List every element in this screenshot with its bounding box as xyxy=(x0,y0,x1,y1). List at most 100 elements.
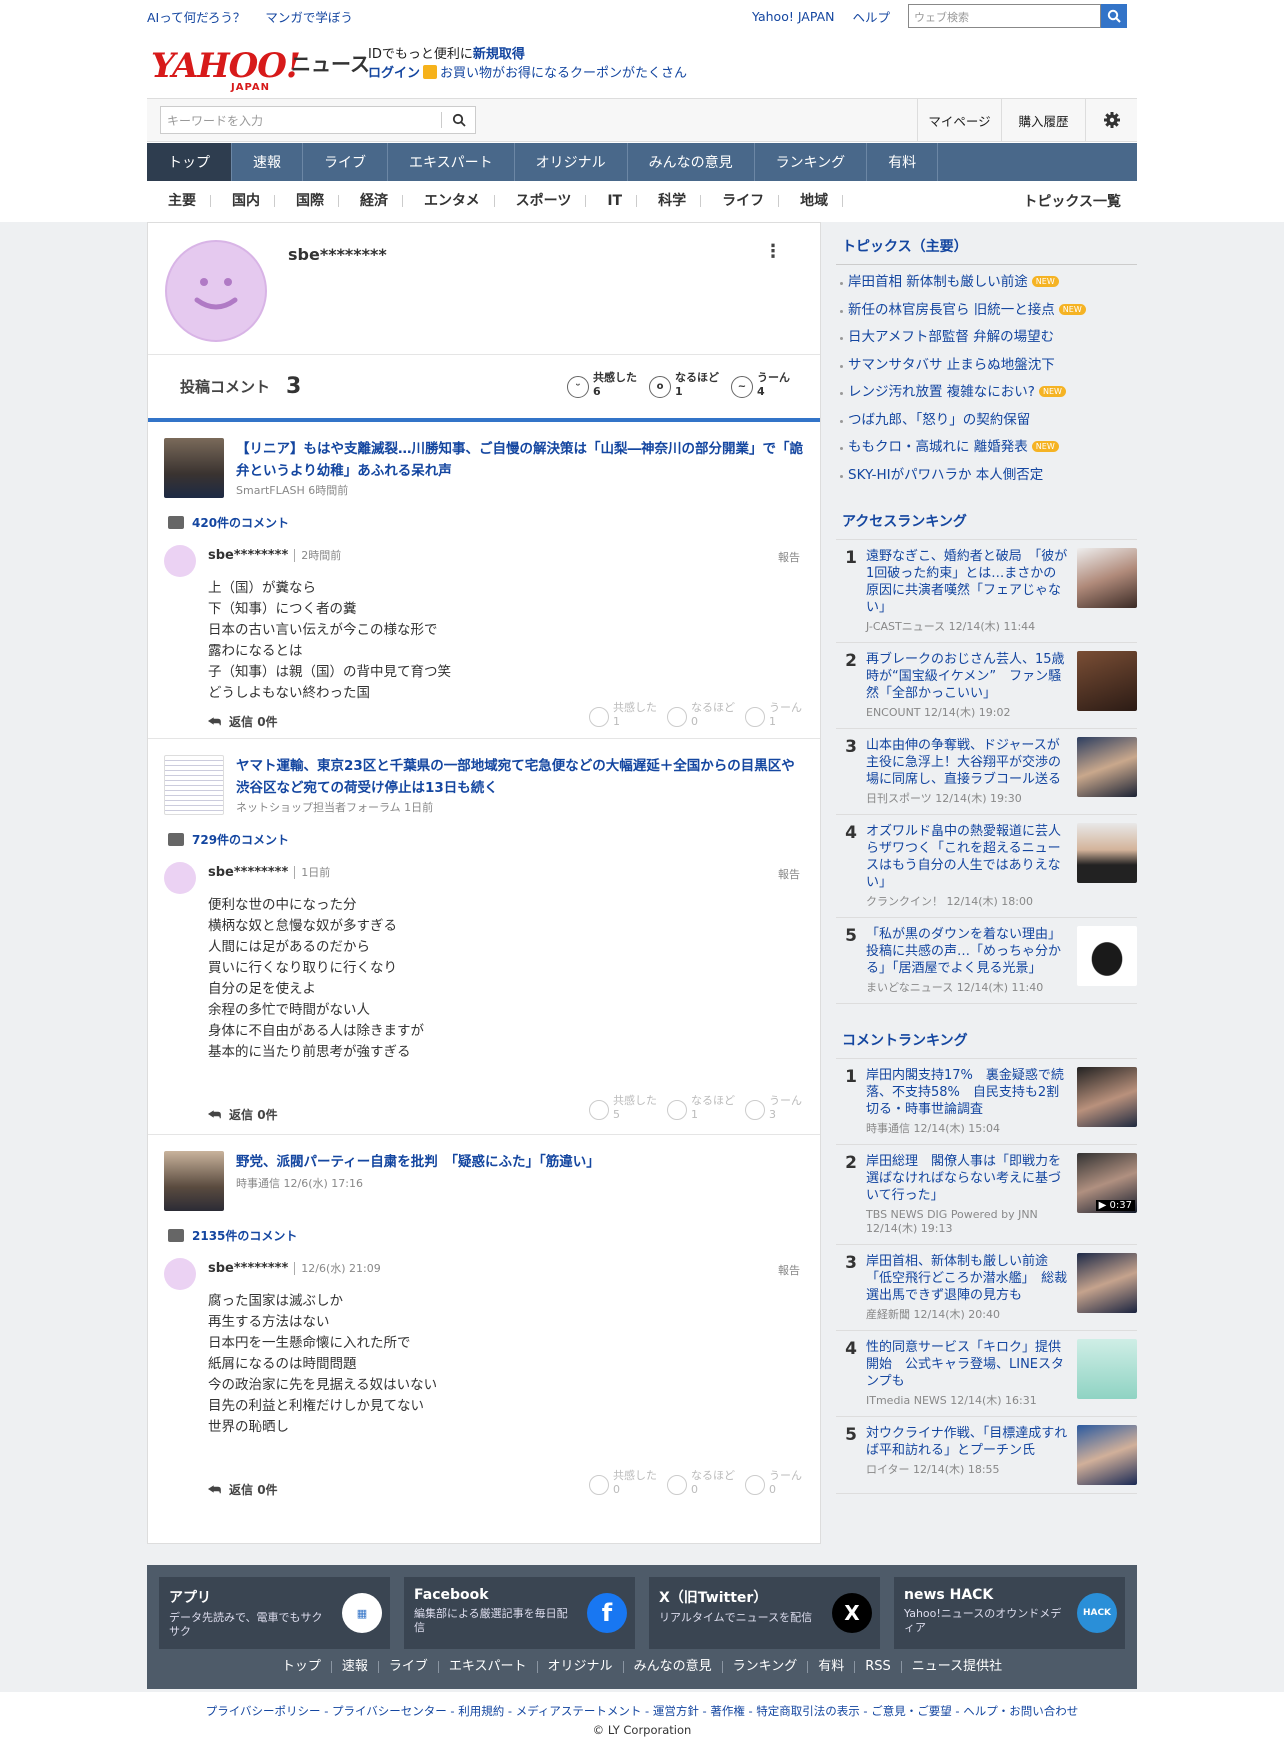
footer-card-x[interactable]: X（旧Twitter） リアルタイムでニュースを配信 X xyxy=(649,1577,880,1649)
avatar[interactable] xyxy=(164,1258,196,1290)
yahoo-japan-link[interactable]: Yahoo! JAPAN xyxy=(752,9,834,24)
nav-breaking[interactable]: 速報 xyxy=(232,143,303,181)
hmm-button[interactable]: うーん 0 xyxy=(745,1469,802,1497)
footer-link-rss[interactable]: RSS xyxy=(855,1660,902,1673)
reply-button[interactable]: ⮪ 返信 0件 xyxy=(208,1481,278,1498)
subnav-science[interactable]: 科学 xyxy=(637,194,702,208)
ai-link[interactable]: AIって何だろう？ xyxy=(147,10,245,25)
legal-links[interactable]: プライバシーポリシー - プライバシーセンター - 利用規約 - メディアステー… xyxy=(0,1703,1284,1719)
news-wordmark[interactable]: ニュース xyxy=(291,48,370,77)
topics-heading[interactable]: トピックス（主要） xyxy=(836,222,1137,265)
topic-item[interactable]: つば九郎、「怒り」の契約保留 xyxy=(836,407,1137,435)
insight-button[interactable]: なるほど 1 xyxy=(667,1094,735,1122)
subnav-life[interactable]: ライフ xyxy=(701,194,780,208)
article-thumbnail[interactable] xyxy=(164,755,224,815)
ranking-item[interactable]: 5 対ウクライナ作戦、「目標達成すれば平和訪れる」とプーチン氏 ロイター 12/14… xyxy=(836,1417,1137,1494)
web-search-button[interactable] xyxy=(1101,4,1127,28)
subnav-world[interactable]: 国際 xyxy=(275,194,339,208)
ranking-item[interactable]: 2 岸田総理 閣僚人事は「即戦力を選ばなければならない考えに基づいて行った」 TBS… xyxy=(836,1145,1137,1245)
footer-link-expert[interactable]: エキスパート xyxy=(439,1660,538,1673)
subnav-entertainment[interactable]: エンタメ xyxy=(403,194,495,208)
nav-paid[interactable]: 有料 xyxy=(867,143,939,181)
mypage-link[interactable]: マイページ xyxy=(917,99,1001,141)
ranking-item[interactable]: 3 山本由伸の争奪戦、ドジャースが主役に急浮上！大谷翔平が交渉の場に同席し、直接ラ… xyxy=(836,729,1137,815)
topic-item[interactable]: SKY-HIがパワハラか 本人側否定 xyxy=(836,462,1137,490)
purchase-history-link[interactable]: 購入履歴 xyxy=(1001,99,1085,141)
ranking-item[interactable]: 1 岸田内閣支持17% 裏金疑惑で続落、不支持58% 自民支持も2割切る・時事世論… xyxy=(836,1059,1137,1145)
subnav-it[interactable]: IT xyxy=(586,194,638,208)
article-thumbnail[interactable] xyxy=(164,438,224,498)
avatar[interactable] xyxy=(164,862,196,894)
comment-username[interactable]: sbe******** 1日前 xyxy=(208,864,331,880)
empathy-button[interactable]: 共感した 1 xyxy=(589,701,657,729)
yahoo-logo[interactable]: YAHOO! xyxy=(151,46,301,86)
nav-original[interactable]: オリジナル xyxy=(515,143,628,181)
topic-item[interactable]: サマンサタバサ 止まらぬ地盤沈下 xyxy=(836,352,1137,380)
help-link[interactable]: ヘルプ xyxy=(852,7,890,26)
reply-button[interactable]: ⮪ 返信 0件 xyxy=(208,1106,278,1123)
subnav-sports[interactable]: スポーツ xyxy=(495,194,587,208)
footer-link-live[interactable]: ライブ xyxy=(379,1660,439,1673)
ranking-item[interactable]: 3 岸田首相、新体制も厳しい前途 「低空飛行どころか潜水艦」 総裁選出馬できず退陣… xyxy=(836,1245,1137,1331)
insight-button[interactable]: なるほど 0 xyxy=(667,701,735,729)
subnav-economy[interactable]: 経済 xyxy=(339,194,403,208)
comment-username[interactable]: sbe******** 2時間前 xyxy=(208,547,342,563)
topic-item[interactable]: 日大アメフト部監督 弁解の場望む xyxy=(836,324,1137,352)
comment-count-link[interactable]: 2135件のコメント xyxy=(168,1227,297,1244)
footer-card-newshack[interactable]: news HACK Yahoo!ニュースのオウンドメディア HACK xyxy=(894,1577,1125,1649)
ranking-item[interactable]: 2 再ブレークのおじさん芸人、15歳時が“国宝級イケメン” ファン騒然「全部かっこ… xyxy=(836,643,1137,729)
ranking-item[interactable]: 4 オズワルド畠中の熱愛報道に芸人らザワつく「これを超えるニュースはもう自分の人生… xyxy=(836,815,1137,918)
hmm-button[interactable]: うーん 1 xyxy=(745,701,802,729)
keyword-search-button[interactable] xyxy=(441,112,475,128)
article-title[interactable]: 【リニア】もはや支離滅裂…川勝知事、ご自慢の解決策は「山梨―神奈川の部分開業」で… xyxy=(236,438,806,482)
subnav-main[interactable]: 主要 xyxy=(147,194,211,208)
report-link[interactable]: 報告 xyxy=(778,549,800,565)
subnav-local[interactable]: 地域 xyxy=(779,194,844,208)
comment-count-link[interactable]: 420件のコメント xyxy=(168,514,289,531)
ranking-item[interactable]: 1 遠野なぎこ、婚約者と破局 「彼が1回破った約束」とは…まさかの原因に共演者嘆然… xyxy=(836,540,1137,643)
article-title[interactable]: 野党、派閥パーティー自粛を批判 「疑惑にふた」「筋違い」 xyxy=(236,1151,806,1173)
footer-link-top[interactable]: トップ xyxy=(272,1660,332,1673)
coupon-link[interactable]: お買い物がお得になるクーポンがたくさん xyxy=(440,66,687,81)
article-title[interactable]: ヤマト運輸、東京23区と千葉県の一部地域宛て宅急便などの大幅遅延＋全国からの目黒… xyxy=(236,755,806,799)
empathy-button[interactable]: 共感した 0 xyxy=(589,1469,657,1497)
avatar[interactable] xyxy=(164,545,196,577)
article-thumbnail[interactable] xyxy=(164,1151,224,1211)
reply-button[interactable]: ⮪ 返信 0件 xyxy=(208,713,278,730)
register-link[interactable]: 新規取得 xyxy=(473,47,525,62)
topic-item[interactable]: 新任の林官房長官ら 旧統一と接点 NEW xyxy=(836,297,1137,325)
footer-link-providers[interactable]: ニュース提供社 xyxy=(902,1660,1012,1673)
subnav-domestic[interactable]: 国内 xyxy=(211,194,275,208)
comment-username[interactable]: sbe******** 12/6(水) 21:09 xyxy=(208,1260,381,1276)
login-link[interactable]: ログイン xyxy=(368,66,420,81)
nav-opinion[interactable]: みんなの意見 xyxy=(628,143,755,181)
footer-link-paid[interactable]: 有料 xyxy=(808,1660,856,1673)
nav-ranking[interactable]: ランキング xyxy=(755,143,868,181)
report-link[interactable]: 報告 xyxy=(778,866,800,882)
footer-card-app[interactable]: アプリ データ先読みで、電車でもサクサク ▦ xyxy=(159,1577,390,1649)
keyword-input[interactable]: キーワードを入力 xyxy=(161,112,441,129)
topic-item[interactable]: ももクロ・高城れに 離婚発表 NEW xyxy=(836,434,1137,462)
empathy-button[interactable]: 共感した 5 xyxy=(589,1094,657,1122)
ranking-item[interactable]: 4 性的同意サービス「キロク」提供開始 公式キャラ登場、LINEスタンプも ITme… xyxy=(836,1331,1137,1417)
nav-expert[interactable]: エキスパート xyxy=(388,143,515,181)
nav-top[interactable]: トップ xyxy=(147,143,232,181)
footer-link-ranking[interactable]: ランキング xyxy=(723,1660,809,1673)
more-menu-icon[interactable]: ⋮ xyxy=(764,241,782,262)
settings-button[interactable] xyxy=(1085,99,1137,141)
report-link[interactable]: 報告 xyxy=(778,1262,800,1278)
topics-list-link[interactable]: トピックス一覧 xyxy=(1023,191,1121,211)
manga-link[interactable]: マンガで学ぼう xyxy=(265,10,353,25)
web-search-input[interactable]: ウェブ検索 xyxy=(908,4,1101,28)
footer-card-facebook[interactable]: Facebook 編集部による厳選記事を毎日配信 f xyxy=(404,1577,635,1649)
insight-button[interactable]: なるほど 0 xyxy=(667,1469,735,1497)
footer-link-breaking[interactable]: 速報 xyxy=(332,1660,379,1673)
footer-link-opinion[interactable]: みんなの意見 xyxy=(624,1660,723,1673)
topic-item[interactable]: レンジ汚れ放置 複雑なにおい? NEW xyxy=(836,379,1137,407)
hmm-button[interactable]: うーん 3 xyxy=(745,1094,802,1122)
comment-ranking-heading[interactable]: コメントランキング xyxy=(836,1004,1137,1059)
comment-count-link[interactable]: 729件のコメント xyxy=(168,831,289,848)
footer-link-original[interactable]: オリジナル xyxy=(538,1660,624,1673)
topic-item[interactable]: 岸田首相 新体制も厳しい前途 NEW xyxy=(836,269,1137,297)
ranking-item[interactable]: 5 「私が黒のダウンを着ない理由」投稿に共感の声…「めっちゃ分かる」「居酒屋でよく… xyxy=(836,918,1137,1004)
